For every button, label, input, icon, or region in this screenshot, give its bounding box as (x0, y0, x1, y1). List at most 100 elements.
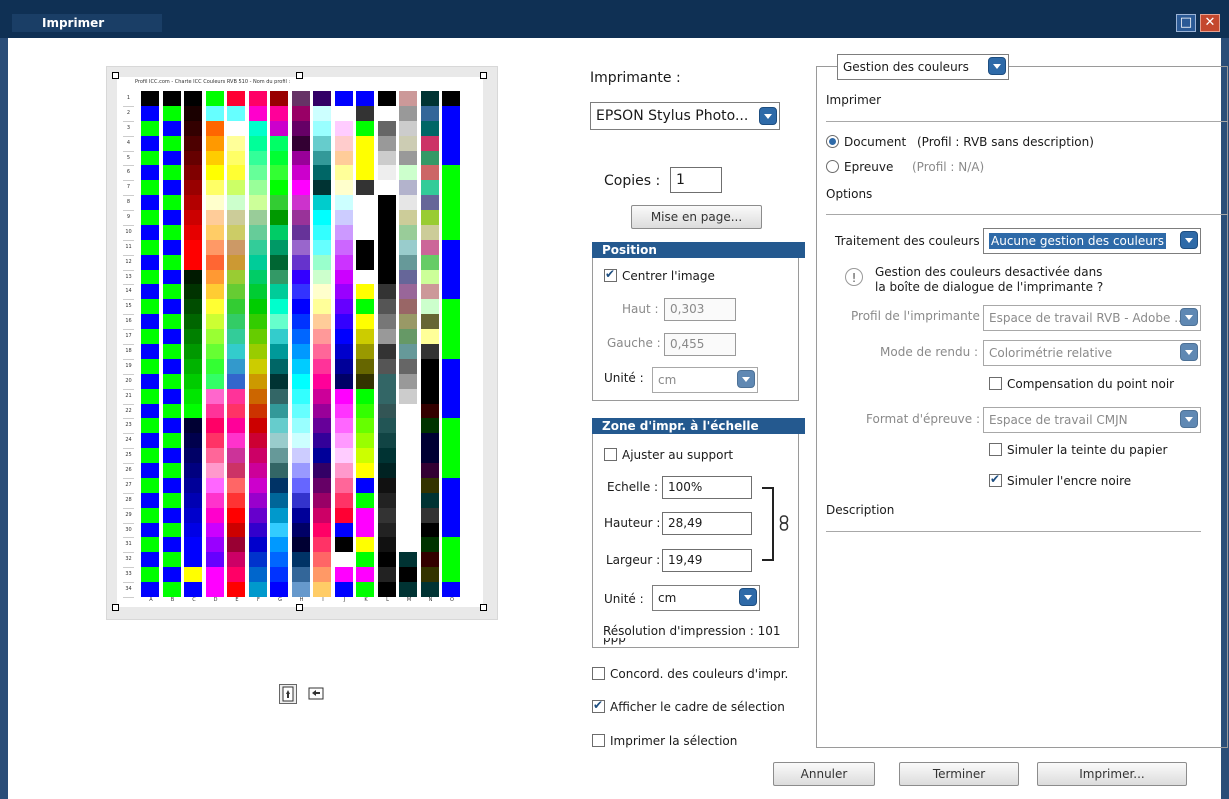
black-point-checkbox[interactable] (989, 377, 1002, 390)
color-patch (291, 165, 310, 181)
chevron-down-icon[interactable] (1180, 308, 1198, 326)
scale-input[interactable]: 100% (662, 476, 752, 499)
landscape-orientation-icon[interactable] (307, 684, 325, 704)
color-patch (162, 299, 181, 315)
color-handling-select[interactable]: Aucune gestion des couleurs (983, 228, 1201, 254)
proof-radio[interactable] (826, 160, 839, 173)
column-letter: I (322, 597, 324, 603)
color-patch (356, 314, 374, 330)
divider (826, 214, 1228, 215)
chevron-down-icon[interactable] (759, 107, 777, 125)
row-number: 34 (123, 582, 134, 598)
color-patch (313, 463, 331, 479)
bbox-handle-tr[interactable] (480, 72, 487, 79)
chevron-down-icon[interactable] (739, 588, 757, 606)
rendering-intent-select[interactable]: Colorimétrie relative (983, 340, 1201, 366)
color-patch (162, 91, 181, 107)
top-input[interactable]: 0,303 (664, 298, 736, 321)
left-input[interactable]: 0,455 (664, 333, 736, 356)
color-patch (248, 269, 267, 285)
color-patch (270, 120, 288, 137)
color-patch (141, 388, 159, 405)
cancel-button[interactable]: Annuler (773, 762, 875, 786)
color-patch (141, 358, 159, 375)
document-radio[interactable] (826, 135, 839, 148)
color-patch (334, 180, 353, 196)
mode-select[interactable]: Gestion des couleurs (837, 54, 1009, 80)
color-stripe (205, 91, 224, 598)
color-patch (399, 254, 417, 271)
color-patch (248, 91, 267, 107)
fit-media-checkbox[interactable] (604, 448, 617, 461)
color-patch (291, 284, 310, 300)
done-button[interactable]: Terminer (899, 762, 1019, 786)
print-button[interactable]: Imprimer... (1037, 762, 1187, 786)
bbox-handle-br[interactable] (480, 604, 487, 611)
color-patch (162, 373, 181, 390)
color-patch (399, 180, 417, 196)
link-chain-icon[interactable] (779, 515, 789, 531)
color-patch (248, 210, 267, 226)
color-patch (184, 418, 202, 434)
bbox-handle-tl[interactable] (112, 72, 119, 79)
row-number: 17 (123, 329, 134, 345)
color-patch (356, 388, 374, 405)
bbox-handle-bottom[interactable] (296, 604, 303, 611)
position-unit-select[interactable]: cm (652, 367, 758, 393)
color-patch (377, 373, 396, 390)
color-patch (162, 403, 181, 419)
color-patch (291, 537, 310, 553)
height-input[interactable]: 28,49 (662, 512, 752, 535)
row-number: 2 (123, 106, 134, 122)
color-patch (205, 239, 224, 256)
color-patch (420, 299, 439, 315)
color-patch (227, 552, 245, 568)
scaled-unit-select[interactable]: cm (652, 585, 760, 611)
row-number: 16 (123, 314, 134, 331)
color-patch (313, 180, 331, 196)
color-patch (162, 388, 181, 405)
show-bbox-checkbox[interactable] (592, 698, 605, 713)
simulate-paper-checkbox[interactable] (989, 443, 1002, 456)
chevron-down-icon[interactable] (1180, 410, 1198, 428)
portrait-orientation-icon[interactable] (279, 684, 297, 704)
chevron-down-icon[interactable] (988, 57, 1006, 75)
chevron-down-icon[interactable] (737, 370, 755, 388)
color-patch (184, 448, 202, 464)
column-letter: K (364, 597, 368, 603)
proof-setup-select[interactable]: Espace de travail CMJN (983, 407, 1201, 433)
close-button[interactable]: ✕ (1200, 14, 1220, 32)
center-image-checkbox[interactable] (604, 267, 617, 282)
color-patch (270, 135, 288, 152)
color-patch (162, 239, 181, 256)
copies-input[interactable]: 1 (670, 167, 722, 193)
color-patch (270, 373, 288, 390)
color-patch (356, 552, 374, 568)
chevron-down-icon[interactable] (1180, 343, 1198, 361)
printer-profile-select[interactable]: Espace de travail RVB - Adobe ... (983, 305, 1201, 331)
bbox-handle-bl[interactable] (112, 604, 119, 611)
print-selection-checkbox[interactable] (592, 734, 605, 747)
simulate-black-checkbox[interactable] (989, 472, 1002, 487)
chevron-down-icon[interactable] (1180, 231, 1198, 249)
color-patch (334, 582, 353, 598)
color-patch (205, 403, 224, 419)
color-patch (334, 254, 353, 271)
color-stripe (184, 91, 202, 598)
printer-select[interactable]: EPSON Stylus Photo... (590, 102, 780, 130)
maximize-button[interactable]: □ (1176, 14, 1196, 32)
width-input[interactable]: 19,49 (662, 549, 752, 572)
color-patch (205, 507, 224, 524)
color-patch (270, 329, 288, 345)
fit-media-label: Ajuster au support (622, 448, 734, 462)
color-patch (313, 567, 331, 583)
color-patch (227, 120, 245, 137)
color-patch (442, 329, 460, 345)
preview-page[interactable]: Profil ICC.com - Charte ICC Couleurs RVB… (117, 77, 483, 607)
bbox-handle-top[interactable] (296, 72, 303, 79)
page-setup-button[interactable]: Mise en page... (631, 205, 762, 229)
match-colors-checkbox[interactable] (592, 667, 605, 680)
color-patch (442, 150, 460, 166)
color-patch (313, 210, 331, 226)
color-patch (162, 210, 181, 226)
